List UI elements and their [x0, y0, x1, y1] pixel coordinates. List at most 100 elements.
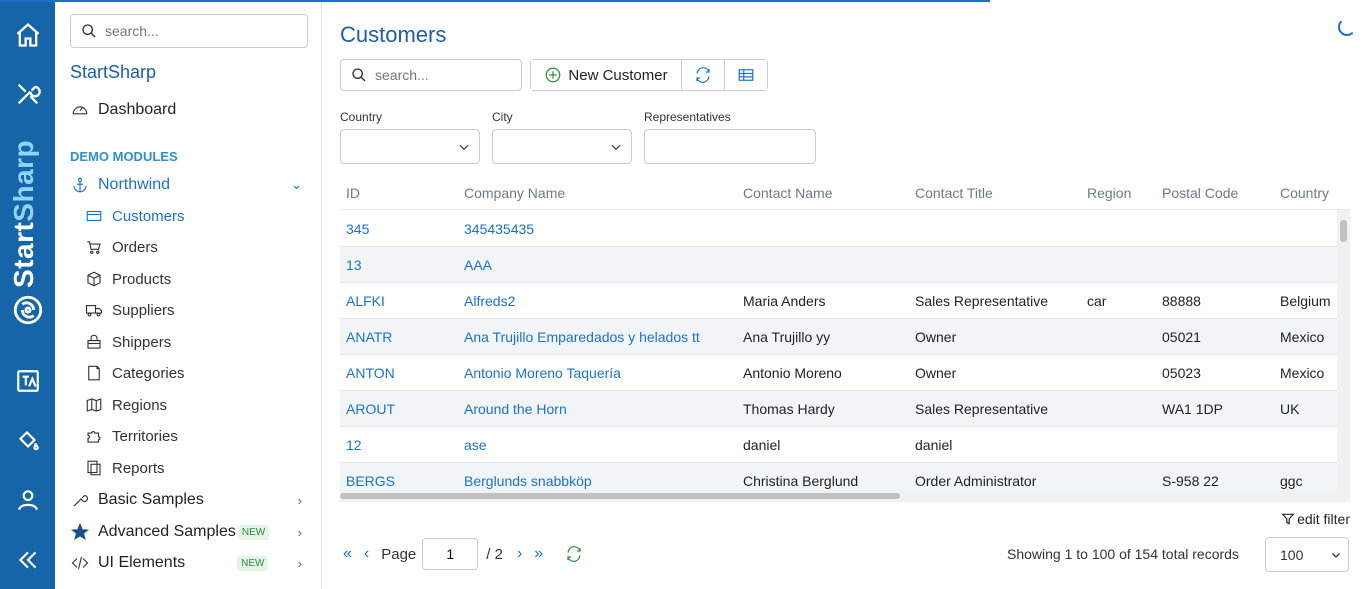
column-header-contact-title[interactable]: Contact Title: [915, 185, 993, 201]
scrollbar-thumb[interactable]: [1340, 220, 1347, 242]
cell-id-link[interactable]: 12: [346, 437, 362, 453]
new-customer-label: New Customer: [568, 66, 668, 84]
vertical-scrollbar[interactable]: [1337, 210, 1350, 502]
cell-id-link[interactable]: AROUT: [346, 401, 395, 417]
column-header-contact-name[interactable]: Contact Name: [743, 185, 832, 201]
toolbar: New Customer: [530, 59, 768, 91]
column-header-id[interactable]: ID: [346, 185, 360, 201]
cell-company-link[interactable]: Antonio Moreno Taquería: [464, 365, 621, 381]
page-size-value: 100: [1280, 547, 1304, 563]
sidebar-item-dashboard[interactable]: Dashboard: [70, 100, 176, 120]
sidebar-item-suppliers[interactable]: Suppliers: [84, 300, 175, 320]
translate-icon[interactable]: [10, 363, 46, 399]
sidebar-item-territories[interactable]: Territories: [84, 426, 178, 446]
refresh-icon: [696, 67, 710, 83]
cell-id-link[interactable]: ANTON: [346, 365, 395, 381]
folder-icon: [84, 363, 104, 383]
sidebar-item-reports[interactable]: Reports: [84, 458, 165, 478]
new-customer-button[interactable]: New Customer: [531, 60, 682, 90]
cell-company-link[interactable]: ase: [464, 437, 487, 453]
column-header-country[interactable]: Country: [1280, 185, 1329, 201]
quick-search[interactable]: [340, 59, 522, 91]
first-page-icon[interactable]: «: [343, 545, 352, 563]
column-header-region[interactable]: Region: [1087, 185, 1131, 201]
column-header-postal-code[interactable]: Postal Code: [1162, 185, 1238, 201]
user-icon[interactable]: [10, 482, 46, 518]
representatives-filter-label: Representatives: [644, 110, 731, 124]
table-row[interactable]: ANATR Ana Trujillo Emparedados y helados…: [340, 319, 1337, 355]
scrollbar-thumb[interactable]: [340, 493, 900, 499]
table-row[interactable]: 345 345435435: [340, 211, 1337, 247]
cell-contact-title: Sales Representative: [915, 401, 1049, 417]
column-picker-button[interactable]: [725, 60, 767, 90]
sidebar-search[interactable]: [70, 14, 308, 48]
sidebar-item-ui-elements[interactable]: UI Elements NEW ›: [70, 553, 302, 573]
column-header-company-name[interactable]: Company Name: [464, 185, 565, 201]
sidebar-item-label: Advanced Samples: [98, 523, 236, 540]
country-filter-label: Country: [340, 110, 383, 124]
cell-id-link[interactable]: BERGS: [346, 473, 395, 489]
cell-company-link[interactable]: Berglunds snabbköp: [464, 473, 592, 489]
sidebar-item-shippers[interactable]: Shippers: [84, 332, 171, 352]
previous-page-icon[interactable]: ‹: [364, 545, 369, 563]
cell-id-link[interactable]: 13: [346, 257, 362, 273]
page-size-select[interactable]: 100: [1265, 537, 1349, 572]
cell-country: UK: [1280, 401, 1300, 417]
home-icon[interactable]: [10, 17, 46, 53]
table-row[interactable]: 13 AAA: [340, 247, 1337, 283]
table-row[interactable]: ALFKI Alfreds2 Maria Anders Sales Repres…: [340, 283, 1337, 319]
next-page-icon[interactable]: ›: [517, 545, 522, 563]
reload-icon[interactable]: [565, 545, 583, 563]
sidebar-search-input[interactable]: [105, 23, 285, 39]
cell-company-link[interactable]: 345435435: [464, 221, 534, 237]
edit-filter-link[interactable]: edit filter: [1281, 511, 1350, 527]
sidebar-item-regions[interactable]: Regions: [84, 395, 167, 415]
chevron-right-icon: ›: [297, 492, 302, 508]
cell-id-link[interactable]: ALFKI: [346, 293, 385, 309]
sidebar-item-northwind[interactable]: Northwind ⌄: [70, 175, 302, 195]
table-row[interactable]: ANTON Antonio Moreno Taquería Antonio Mo…: [340, 355, 1337, 391]
table-row[interactable]: 12 ase daniel daniel: [340, 427, 1337, 463]
page-title: Customers: [340, 22, 447, 47]
bag-icon: [84, 332, 104, 352]
icon-rail: StartSharp: [0, 0, 55, 589]
representatives-filter-input[interactable]: [644, 129, 816, 164]
refresh-button[interactable]: [682, 60, 725, 90]
paint-bucket-icon[interactable]: [10, 422, 46, 458]
city-filter-select[interactable]: [492, 129, 632, 164]
cell-contact-name: daniel: [743, 437, 781, 453]
cell-country: ggc: [1280, 473, 1303, 489]
cell-postal-code: 05021: [1162, 329, 1201, 345]
table-row[interactable]: AROUT Around the Horn Thomas Hardy Sales…: [340, 391, 1337, 427]
cell-id-link[interactable]: 345: [346, 221, 369, 237]
cell-postal-code: 05023: [1162, 365, 1201, 381]
page-number-input[interactable]: [422, 538, 479, 570]
sidebar-item-customers[interactable]: Customers: [84, 206, 185, 226]
sidebar-item-label: Shippers: [112, 333, 172, 351]
cell-contact-name: Maria Anders: [743, 293, 826, 309]
sidebar-item-products[interactable]: Products: [84, 269, 171, 289]
sidebar-title[interactable]: StartSharp: [70, 62, 156, 83]
plus-circle-icon: [546, 67, 561, 83]
collapse-sidebar-icon[interactable]: [10, 542, 46, 578]
country-filter-select[interactable]: [340, 129, 480, 164]
sidebar-item-categories[interactable]: Categories: [84, 363, 185, 383]
cell-id-link[interactable]: ANATR: [346, 329, 392, 345]
quick-search-input[interactable]: [375, 67, 515, 83]
chevron-right-icon: ›: [297, 524, 302, 540]
last-page-icon[interactable]: »: [534, 545, 543, 563]
horizontal-scrollbar[interactable]: [340, 490, 1337, 502]
cell-company-link[interactable]: AAA: [464, 257, 492, 273]
cell-company-link[interactable]: Alfreds2: [464, 293, 515, 309]
sidebar-item-orders[interactable]: Orders: [84, 237, 158, 257]
cell-company-link[interactable]: Ana Trujillo Emparedados y helados tt: [464, 329, 700, 345]
anchor-icon: [70, 175, 90, 195]
reports-icon: [84, 458, 104, 478]
page-label: Page: [381, 545, 417, 563]
sidebar-item-advanced-samples[interactable]: Advanced Samples NEW ›: [70, 522, 302, 542]
sidebar-item-label: Customers: [112, 207, 185, 225]
cell-company-link[interactable]: Around the Horn: [464, 401, 567, 417]
search-icon: [352, 68, 366, 82]
tools-icon[interactable]: [10, 76, 46, 112]
sidebar-item-basic-samples[interactable]: Basic Samples ›: [70, 490, 302, 510]
